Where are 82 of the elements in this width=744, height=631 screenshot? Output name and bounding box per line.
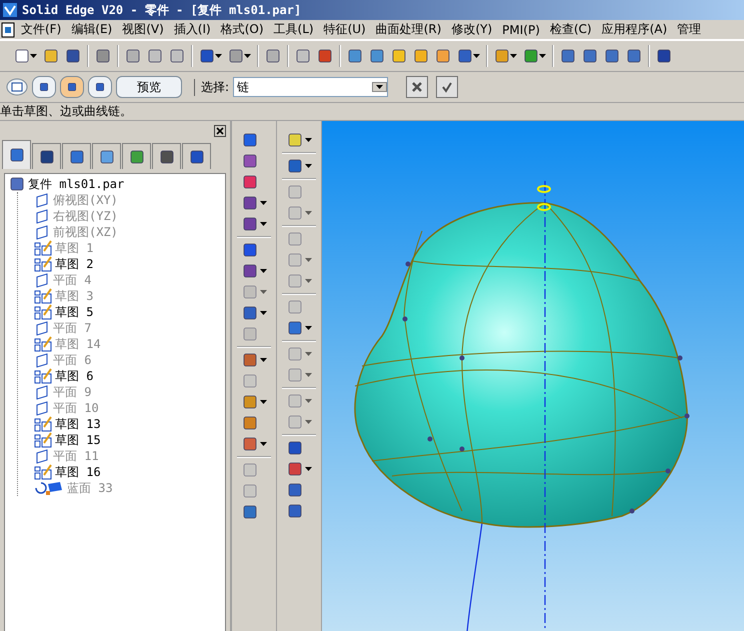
preview-button[interactable]: 预览 [116,76,182,98]
revolve-button[interactable] [286,204,312,222]
pointer-button[interactable] [286,131,312,149]
caret-icon[interactable] [473,54,480,58]
select-label: 选择: [194,78,230,96]
handle-icon[interactable] [537,185,551,211]
menu-item[interactable]: 工具(L) [268,21,319,38]
caret-icon[interactable] [244,54,251,58]
step-button[interactable] [32,76,56,98]
pattern-button[interactable] [286,345,312,363]
caret-icon[interactable] [260,201,266,205]
tree-item[interactable]: 草图 16 [34,464,221,480]
plane-button[interactable] [286,460,312,478]
cancel-button[interactable] [406,76,428,98]
menu-item[interactable]: 管理 [672,21,706,38]
tree-item[interactable]: 草图 13 [34,416,221,432]
prompt-text: 单击草图、边或曲线链。 [0,103,132,120]
panel-tab[interactable] [152,143,181,169]
menu-item[interactable]: 文件(F) [16,21,66,38]
menu-item[interactable]: PMI(P) [497,22,545,36]
caret-icon[interactable] [510,54,517,58]
menu-item[interactable]: 应用程序(A) [596,21,672,38]
menu-item[interactable]: 插入(I) [168,21,216,38]
tree-item[interactable]: 草图 6 [34,368,221,384]
caret-icon[interactable] [539,54,546,58]
caret-icon[interactable] [260,358,266,362]
app-logo-icon [2,2,18,18]
caret-icon[interactable] [304,164,312,168]
sketch-button[interactable] [286,157,312,175]
caret-icon[interactable] [304,138,312,142]
caret-icon[interactable] [260,269,266,273]
round-button[interactable] [286,319,312,337]
panel-tab[interactable] [62,143,91,169]
menu-item[interactable]: 视图(V) [117,21,169,38]
step-button[interactable] [60,76,84,98]
tree-item[interactable]: 草图 5 [34,304,221,320]
accept-button[interactable] [436,76,458,98]
step-button[interactable] [88,76,112,98]
caret-icon[interactable] [304,467,312,471]
panel-tab[interactable] [2,140,31,169]
extrude-button[interactable] [240,194,268,212]
curve-button[interactable] [240,351,268,369]
caret-icon[interactable] [304,326,312,330]
check-icon [441,81,454,93]
close-button[interactable] [214,125,226,137]
surface-model-drawing[interactable] [354,202,690,528]
caret-icon[interactable] [260,442,266,446]
close-icon [411,81,424,93]
menu-item[interactable]: 编辑(E) [66,21,118,38]
menu-item[interactable]: 曲面处理(R) [370,21,446,38]
close-icon [216,127,224,135]
tree-item[interactable]: 草图 15 [34,432,221,448]
inspect-button[interactable] [240,304,268,322]
panel-tab[interactable] [182,143,211,169]
caret-icon[interactable] [260,311,266,315]
caret-icon[interactable] [260,222,266,226]
window-title: Solid Edge V20 - 零件 - [复件 mls01.par] [22,2,302,18]
menu-item[interactable]: 检查(C) [544,21,597,38]
rib-button[interactable] [286,251,312,269]
menu-item[interactable]: 格式(O) [216,21,269,38]
menu-item[interactable]: 修改(Y) [446,21,498,38]
trim-button[interactable] [240,262,268,280]
panel-tab[interactable] [32,143,61,169]
caret-icon[interactable] [30,54,37,58]
select-dropdown[interactable]: 链 [233,77,388,97]
ellipse-button[interactable] [240,283,268,301]
patch-button[interactable] [240,393,268,411]
menu-item[interactable]: 特征(U) [318,21,371,38]
document-icon[interactable] [0,22,16,38]
caret-icon[interactable] [215,54,222,58]
caret-icon[interactable] [376,85,384,89]
panel-tab[interactable] [122,143,151,169]
mirror-button[interactable] [286,366,312,384]
tree-item[interactable]: 复件 mls01.par [9,176,221,192]
draft-button[interactable] [286,392,312,410]
parallel-button[interactable] [240,215,268,233]
thicken-button[interactable] [286,413,312,431]
caret-icon[interactable] [260,400,266,404]
panel-tab[interactable] [92,143,121,169]
shell-button[interactable] [286,272,312,290]
curve-button[interactable] [240,435,268,453]
tree-item[interactable]: 草图 2 [34,256,221,272]
